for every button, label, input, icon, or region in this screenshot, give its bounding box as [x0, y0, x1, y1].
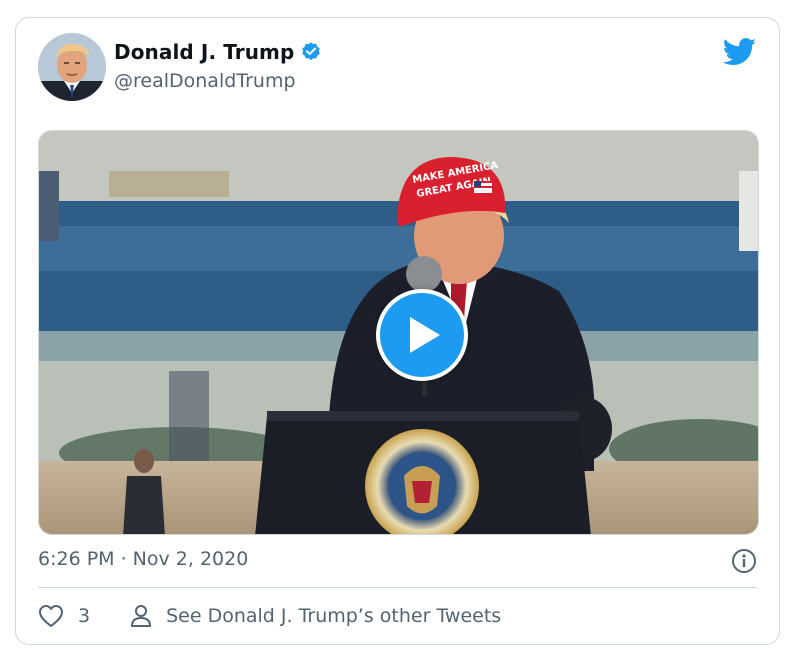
- author-handle[interactable]: @realDonaldTrump: [114, 70, 296, 92]
- author-avatar[interactable]: [38, 33, 106, 101]
- like-button[interactable]: 3: [38, 604, 90, 628]
- person-icon: [131, 605, 152, 627]
- see-other-tweets-label: See Donald J. Trump’s other Tweets: [166, 605, 502, 627]
- see-other-tweets-link[interactable]: See Donald J. Trump’s other Tweets: [130, 604, 501, 628]
- tweet-timestamp[interactable]: 6:26 PM · Nov 2, 2020: [38, 548, 248, 570]
- heart-icon: [39, 605, 63, 627]
- play-button[interactable]: [376, 289, 468, 381]
- tweet-card: Donald J. Trump @realDonaldTrump MAKE AM…: [15, 17, 780, 645]
- tweet-actions: 3 See Donald J. Trump’s other Tweets: [38, 604, 501, 628]
- video-player[interactable]: MAKE AMERICA GREAT AGAIN: [38, 130, 759, 535]
- play-icon: [410, 317, 440, 353]
- author-name[interactable]: Donald J. Trump: [114, 40, 294, 64]
- divider: [38, 587, 757, 588]
- verified-badge-icon: [302, 42, 321, 60]
- twitter-bird-icon[interactable]: [723, 38, 757, 66]
- info-icon[interactable]: [731, 548, 757, 574]
- like-count: 3: [78, 605, 91, 627]
